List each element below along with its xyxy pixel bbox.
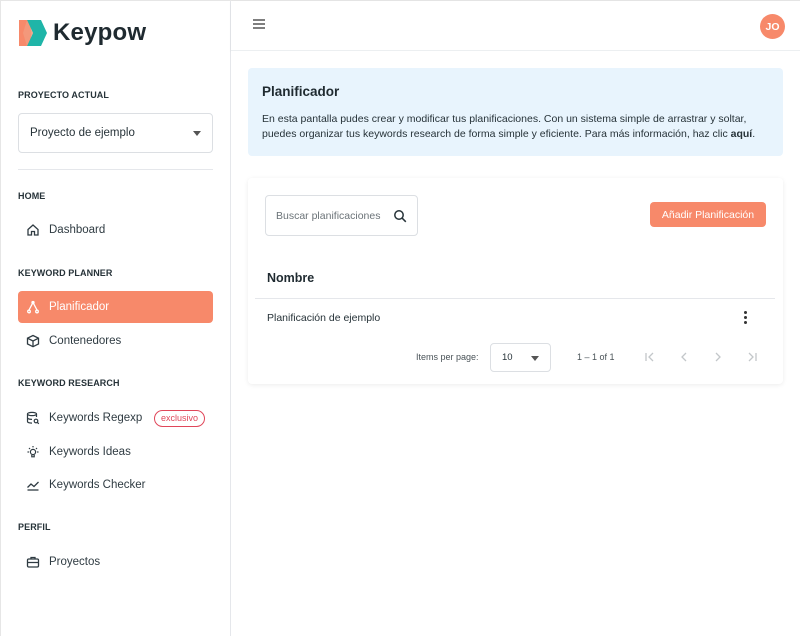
add-planning-button[interactable]: Añadir Planificación [650,202,766,227]
paginator: Items per page: 10 1 – 1 of 1 [248,343,783,373]
more-options-icon[interactable] [744,311,748,325]
info-panel: Planificador En esta pantalla pudes crea… [248,68,783,156]
items-per-page-label: Items per page: [416,352,479,362]
main-content: Planificador En esta pantalla pudes crea… [231,51,800,636]
column-header-nombre[interactable]: Nombre [267,271,314,285]
section-perfil: PERFIL [18,522,51,532]
info-text: En esta pantalla pudes crear y modificar… [262,113,747,140]
exclusive-badge: exclusivo [154,410,206,427]
info-link[interactable]: aquí [731,128,753,140]
top-bar: JO [231,1,800,51]
sidebar-item-contenedores[interactable]: Contenedores [18,325,213,357]
section-keyword-research: KEYWORD RESEARCH [18,378,120,388]
page-range-label: 1 – 1 of 1 [577,352,615,362]
project-select-value: Proyecto de ejemplo [30,127,135,139]
sidebar-item-dashboard[interactable]: Dashboard [18,214,213,246]
box-icon [26,334,40,348]
sidebar: Keypow PROYECTO ACTUAL Proyecto de ejemp… [1,1,231,636]
caret-down-icon [531,356,539,361]
app-window: Keypow PROYECTO ACTUAL Proyecto de ejemp… [0,0,800,636]
sidebar-item-planificador[interactable]: Planificador [18,291,213,323]
table-row-name[interactable]: Planificación de ejemplo [267,312,380,324]
briefcase-icon [26,556,40,568]
hamburger-icon[interactable] [253,19,265,29]
database-search-icon [26,411,40,425]
sidebar-item-keywords-checker[interactable]: Keywords Checker [18,469,213,501]
search-icon[interactable] [393,209,407,223]
next-page-icon[interactable] [711,350,725,364]
items-per-page-select[interactable]: 10 [490,343,551,372]
search-box[interactable] [265,195,418,236]
keypow-logo-icon [19,20,47,46]
avatar[interactable]: JO [760,14,785,39]
home-icon [27,224,39,236]
sidebar-item-label: Keywords Regexp [49,412,143,424]
sidebar-item-keywords-regexp[interactable]: Keywords Regexp exclusivo [18,402,213,434]
first-page-icon[interactable] [643,350,657,364]
sidebar-item-label: Contenedores [49,335,122,347]
sidebar-item-label: Planificador [49,301,110,313]
info-description: En esta pantalla pudes crear y modificar… [262,112,769,142]
sidebar-divider [18,169,213,170]
brand-logo[interactable]: Keypow [19,18,146,48]
trend-icon [27,481,39,491]
table-divider [255,298,775,299]
sidebar-item-proyectos[interactable]: Proyectos [18,546,213,578]
caret-down-icon [193,131,201,136]
route-icon [27,300,39,314]
lightbulb-icon [27,446,39,458]
current-project-label: PROYECTO ACTUAL [18,90,110,100]
section-keyword-planner: KEYWORD PLANNER [18,268,113,278]
sidebar-item-label: Proyectos [49,556,101,568]
project-select[interactable]: Proyecto de ejemplo [18,113,213,153]
sidebar-item-label: Keywords Ideas [49,446,131,458]
info-text-end: . [752,128,756,140]
sidebar-item-label: Keywords Checker [49,479,146,491]
items-per-page-value: 10 [502,352,513,363]
sidebar-item-label: Dashboard [49,224,106,236]
previous-page-icon[interactable] [677,350,691,364]
last-page-icon[interactable] [745,350,759,364]
section-home: HOME [18,191,46,201]
brand-name: Keypow [53,19,147,46]
page-title: Planificador [262,84,340,99]
sidebar-item-keywords-ideas[interactable]: Keywords Ideas [18,436,213,468]
planner-card: Añadir Planificación Nombre Planificació… [248,178,783,384]
search-input[interactable] [276,208,382,224]
